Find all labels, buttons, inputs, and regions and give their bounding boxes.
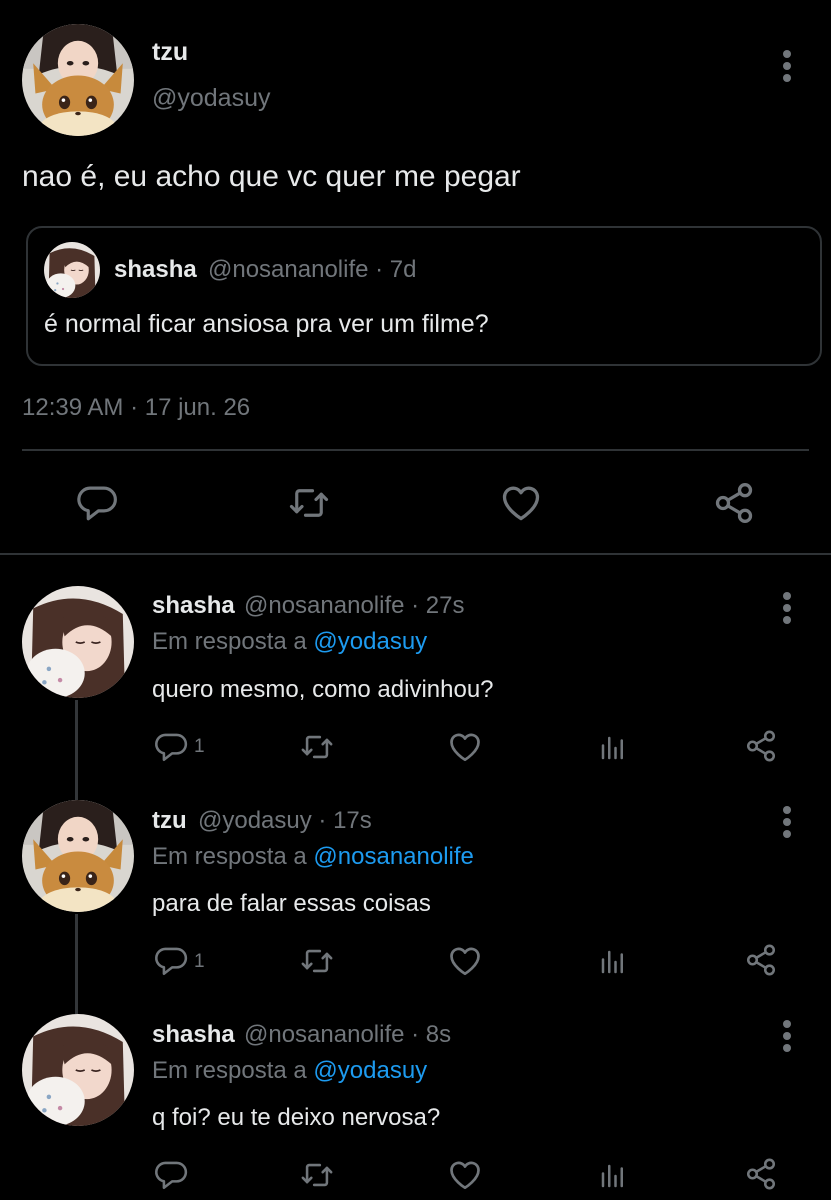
avatar[interactable] bbox=[22, 24, 134, 136]
divider bbox=[22, 449, 809, 451]
retweet-icon[interactable] bbox=[298, 1158, 336, 1192]
mention-link[interactable]: @yodasuy bbox=[313, 1057, 427, 1084]
quoted-tweet-card[interactable] bbox=[26, 226, 822, 366]
reply-prefix: Em resposta a bbox=[152, 843, 307, 870]
author-meta: @yodasuy · 17s bbox=[198, 807, 372, 834]
stats-icon[interactable] bbox=[598, 947, 628, 977]
reply-count: 1 bbox=[194, 951, 205, 972]
thread-line bbox=[75, 914, 78, 1014]
more-options-icon[interactable] bbox=[777, 802, 797, 842]
share-icon[interactable] bbox=[744, 1157, 778, 1191]
tweet-timestamp[interactable]: 12:39 AM · 17 jun. 26 bbox=[22, 394, 250, 422]
stats-icon[interactable] bbox=[598, 733, 628, 763]
avatar[interactable] bbox=[22, 1014, 134, 1126]
like-icon[interactable] bbox=[447, 943, 483, 979]
reply-context: Em resposta a @yodasuy bbox=[152, 628, 427, 656]
author-name[interactable]: tzu bbox=[152, 807, 187, 835]
reply-count: 1 bbox=[194, 736, 205, 757]
divider bbox=[0, 553, 831, 555]
quoted-author-name: shasha bbox=[114, 256, 197, 283]
reply-icon[interactable] bbox=[76, 482, 118, 524]
avatar[interactable] bbox=[22, 586, 134, 698]
more-options-icon[interactable] bbox=[777, 46, 797, 86]
quoted-tweet-text: é normal ficar ansiosa pra ver um filme? bbox=[44, 310, 489, 338]
author-meta: @nosananolife · 27s bbox=[244, 592, 465, 619]
tweet-text: q foi? eu te deixo nervosa? bbox=[152, 1104, 441, 1131]
tweet-text: nao é, eu acho que vc quer me pegar bbox=[22, 160, 521, 193]
reply-context: Em resposta a @nosananolife bbox=[152, 843, 474, 871]
reply-icon[interactable] bbox=[154, 1158, 188, 1192]
reply-icon[interactable] bbox=[154, 944, 188, 978]
retweet-icon[interactable] bbox=[298, 730, 336, 764]
like-icon[interactable] bbox=[447, 1157, 483, 1193]
tweet-text: quero mesmo, como adivinhou? bbox=[152, 676, 494, 703]
mention-link[interactable]: @yodasuy bbox=[313, 628, 427, 655]
author-name[interactable]: shasha bbox=[152, 592, 235, 620]
thread-line bbox=[75, 700, 78, 800]
retweet-icon[interactable] bbox=[286, 482, 332, 524]
share-icon[interactable] bbox=[712, 481, 756, 525]
reply-prefix: Em resposta a bbox=[152, 628, 307, 655]
more-options-icon[interactable] bbox=[777, 1016, 797, 1056]
author-handle[interactable]: @yodasuy bbox=[152, 84, 271, 113]
avatar[interactable] bbox=[22, 800, 134, 912]
quoted-avatar bbox=[44, 242, 100, 298]
reply-context: Em resposta a @yodasuy bbox=[152, 1057, 427, 1085]
like-icon[interactable] bbox=[498, 481, 544, 525]
author-name[interactable]: tzu bbox=[152, 38, 188, 67]
quoted-author-meta: @nosananolife · 7d bbox=[208, 256, 417, 283]
like-icon[interactable] bbox=[447, 729, 483, 765]
stats-icon[interactable] bbox=[598, 1161, 628, 1191]
share-icon[interactable] bbox=[744, 943, 778, 977]
author-meta: @nosananolife · 8s bbox=[244, 1021, 452, 1048]
mention-link[interactable]: @nosananolife bbox=[313, 843, 473, 870]
share-icon[interactable] bbox=[744, 729, 778, 763]
tweet-text: para de falar essas coisas bbox=[152, 890, 431, 917]
more-options-icon[interactable] bbox=[777, 588, 797, 628]
reply-icon[interactable] bbox=[154, 730, 188, 764]
author-name[interactable]: shasha bbox=[152, 1021, 235, 1049]
retweet-icon[interactable] bbox=[298, 944, 336, 978]
reply-prefix: Em resposta a bbox=[152, 1057, 307, 1084]
